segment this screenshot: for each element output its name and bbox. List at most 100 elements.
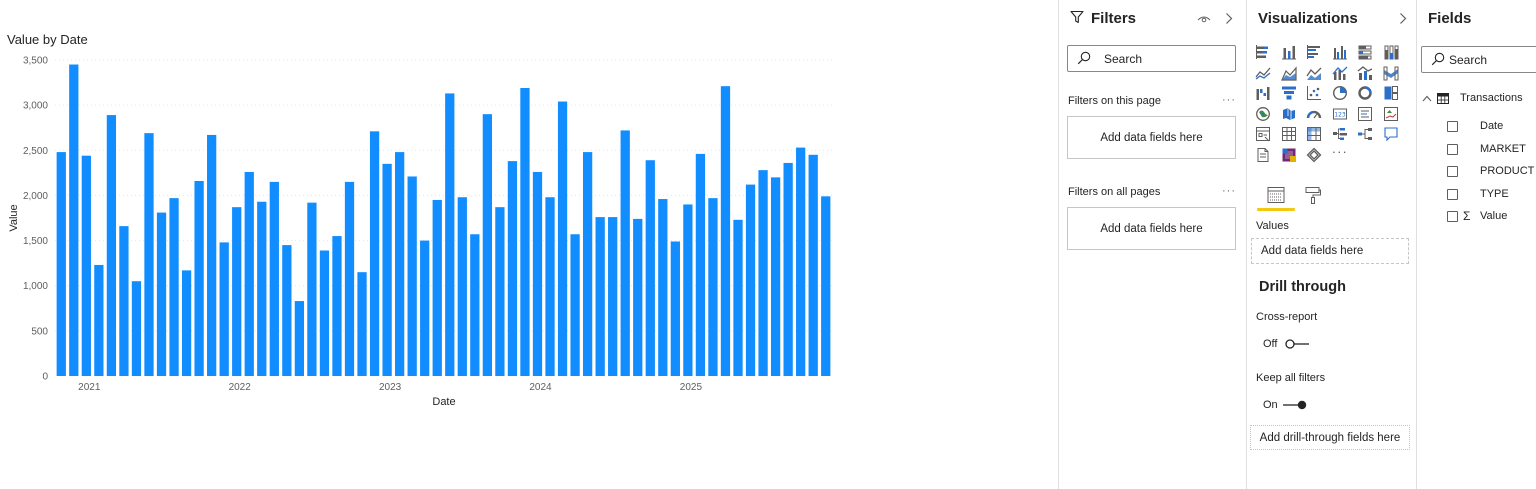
field-checkbox[interactable] — [1447, 188, 1458, 200]
eye-icon[interactable] — [1197, 14, 1211, 24]
chart-bar[interactable] — [169, 198, 179, 376]
stacked-area-chart-icon[interactable] — [1306, 65, 1322, 81]
donut-chart-icon[interactable] — [1357, 85, 1373, 101]
table-transactions[interactable]: Transactions — [1417, 90, 1536, 110]
chart-bar[interactable] — [181, 270, 192, 376]
field-item-market[interactable]: MARKET — [1417, 140, 1536, 160]
100-stacked-bar-chart-icon[interactable] — [1357, 44, 1373, 60]
ribbon-chart-icon[interactable] — [1383, 65, 1399, 81]
chart-bar[interactable] — [106, 115, 117, 376]
chart-bar[interactable] — [269, 181, 279, 376]
chart-bar[interactable] — [683, 204, 693, 376]
field-checkbox[interactable] — [1447, 143, 1458, 155]
chart-bar[interactable] — [244, 171, 254, 376]
chart-bar[interactable] — [532, 171, 543, 376]
chart-bar[interactable] — [395, 152, 405, 376]
chart-bar[interactable] — [595, 217, 605, 376]
chart-bar[interactable] — [56, 152, 66, 376]
chart-bar[interactable] — [608, 217, 618, 376]
kpi-icon[interactable] — [1383, 106, 1399, 122]
chart-bar[interactable] — [194, 180, 204, 376]
chart-bar[interactable] — [445, 93, 455, 376]
keep-all-filters-toggle[interactable] — [1283, 400, 1307, 410]
qna-icon[interactable] — [1383, 126, 1399, 142]
chart-bar[interactable] — [357, 272, 367, 376]
clustered-bar-chart-icon[interactable] — [1306, 44, 1322, 60]
chart-bar[interactable] — [620, 130, 630, 376]
build-visual-icon[interactable] — [1267, 186, 1285, 204]
chart-bar[interactable] — [294, 301, 305, 376]
chart-bar[interactable] — [482, 114, 492, 377]
clustered-column-chart-icon[interactable] — [1332, 44, 1348, 60]
cross-report-toggle[interactable] — [1285, 339, 1309, 349]
chart-bar[interactable] — [407, 176, 417, 376]
filled-map-icon[interactable] — [1281, 106, 1297, 122]
chart-bar[interactable] — [745, 184, 756, 376]
chart-bar[interactable] — [796, 147, 806, 376]
waterfall-chart-icon[interactable] — [1255, 85, 1271, 101]
power-apps-icon[interactable] — [1281, 147, 1297, 163]
chart-bar[interactable] — [457, 197, 467, 376]
chart-bar[interactable] — [156, 212, 167, 376]
collapse-filters-icon[interactable] — [1225, 12, 1233, 25]
funnel-chart-icon[interactable] — [1281, 85, 1297, 101]
chart-bar[interactable] — [69, 64, 79, 376]
field-item-date[interactable]: Date — [1417, 117, 1536, 137]
scatter-chart-icon[interactable] — [1306, 85, 1322, 101]
chart-bar[interactable] — [332, 236, 342, 376]
chart-bar[interactable] — [570, 234, 580, 376]
key-influencers-icon[interactable] — [1357, 126, 1373, 142]
chart-bar[interactable] — [94, 264, 104, 376]
power-automate-icon[interactable] — [1306, 147, 1322, 163]
chart-bar[interactable] — [695, 153, 706, 376]
line-clustered-column-chart-icon[interactable] — [1332, 65, 1348, 81]
chart-bar[interactable] — [808, 154, 818, 376]
chart-bar[interactable] — [633, 218, 643, 376]
chart-bar[interactable] — [232, 207, 242, 376]
line-stacked-column-chart-icon[interactable] — [1357, 65, 1373, 81]
chart-bar[interactable] — [282, 245, 292, 376]
chart-bar[interactable] — [119, 226, 129, 376]
chart-bar[interactable] — [507, 161, 518, 376]
field-checkbox[interactable] — [1447, 166, 1458, 177]
column-chart[interactable]: 0 500 1,000 1,500 2,000 2,500 3,000 3,500 2021 20… — [0, 0, 1058, 489]
slicer-icon[interactable] — [1255, 126, 1271, 142]
chart-bar[interactable] — [645, 160, 655, 376]
100-stacked-column-chart-icon[interactable] — [1383, 44, 1399, 60]
chart-bar[interactable] — [131, 281, 142, 376]
matrix-icon[interactable] — [1306, 126, 1322, 142]
chart-bar[interactable] — [545, 197, 555, 376]
chart-bar[interactable] — [582, 152, 593, 376]
multi-row-card-icon[interactable] — [1357, 106, 1373, 122]
field-checkbox[interactable] — [1447, 121, 1458, 132]
field-item-value[interactable]: Σ Value — [1417, 207, 1536, 227]
chart-bar[interactable] — [770, 177, 781, 376]
chart-bar[interactable] — [495, 207, 505, 376]
chart-bar[interactable] — [733, 219, 743, 376]
chart-bar[interactable] — [470, 234, 480, 376]
chart-bar[interactable] — [382, 163, 392, 376]
filters-page-more-button[interactable]: ··· — [1222, 94, 1236, 106]
stacked-bar-chart-icon[interactable] — [1255, 44, 1271, 60]
chart-bar[interactable] — [319, 250, 330, 377]
gauge-icon[interactable] — [1306, 106, 1322, 122]
chevron-up-icon[interactable] — [1422, 95, 1432, 102]
map-icon[interactable] — [1255, 106, 1271, 122]
area-chart-icon[interactable] — [1280, 65, 1297, 81]
chart-bar[interactable] — [758, 170, 768, 376]
format-paint-roller-icon[interactable] — [1304, 186, 1322, 204]
chart-bar[interactable] — [344, 181, 355, 376]
chart-bar[interactable] — [420, 240, 430, 376]
chart-bar[interactable] — [783, 162, 793, 376]
collapse-visualizations-icon[interactable] — [1399, 12, 1407, 25]
paginated-report-icon[interactable] — [1255, 147, 1271, 163]
fields-search-input[interactable]: Search — [1421, 46, 1536, 73]
filters-page-well[interactable]: Add data fields here — [1067, 116, 1236, 159]
chart-bar[interactable] — [557, 101, 568, 376]
field-item-type[interactable]: TYPE — [1417, 185, 1536, 205]
line-chart-icon[interactable] — [1255, 65, 1271, 81]
chart-bar[interactable] — [219, 242, 229, 376]
chart-bar[interactable] — [81, 155, 91, 376]
chart-bar[interactable] — [720, 86, 731, 377]
more-visuals-button[interactable]: ··· — [1332, 144, 1348, 160]
